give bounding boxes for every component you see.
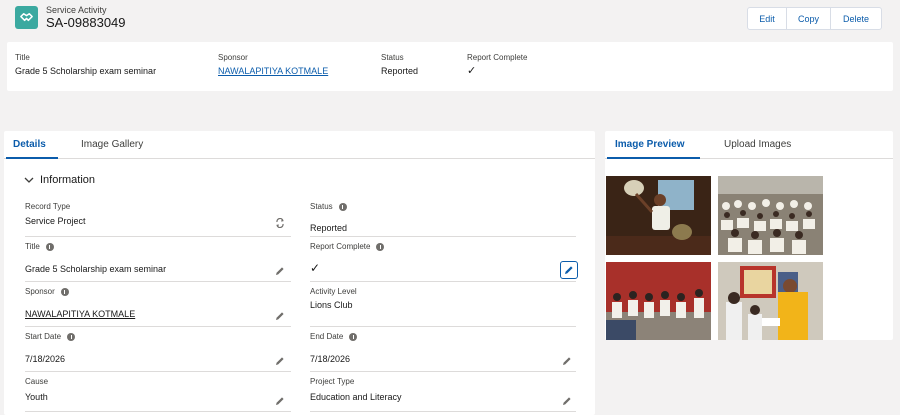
info-icon[interactable]: [67, 332, 76, 341]
field-sponsor: Sponsor NAWALAPITIYA KOTMALE: [25, 284, 291, 327]
title-label-text: Title: [25, 242, 40, 251]
highlight-sponsor-link[interactable]: NAWALAPITIYA KOTMALE: [218, 66, 328, 76]
start-date-label: Start Date: [25, 332, 76, 341]
image-tabs: Image Preview Upload Images: [605, 131, 893, 159]
highlight-report-label: Report Complete: [467, 53, 528, 62]
highlight-status-label: Status: [381, 53, 404, 62]
checkmark-icon: ✓: [310, 261, 321, 275]
pencil-icon[interactable]: [275, 266, 285, 276]
report-complete-label-text: Report Complete: [310, 242, 371, 251]
info-icon[interactable]: [349, 332, 358, 341]
status-label: Status: [310, 202, 347, 211]
object-type-label: Service Activity: [46, 5, 107, 15]
details-panel: Details Image Gallery Information Record…: [4, 131, 595, 415]
field-cause: Cause Youth: [25, 374, 291, 412]
pencil-icon[interactable]: [562, 396, 572, 406]
info-icon[interactable]: [376, 242, 385, 251]
preview-image[interactable]: [718, 176, 823, 255]
record-header: Service Activity SA-09883049 Edit Copy D…: [0, 0, 900, 92]
pencil-icon[interactable]: [275, 311, 285, 321]
tab-image-gallery[interactable]: Image Gallery: [81, 139, 143, 150]
preview-image[interactable]: [606, 176, 711, 255]
record-type-value: Service Project: [25, 216, 86, 226]
highlight-title: Title Grade 5 Scholarship exam seminar: [15, 53, 156, 76]
chevron-down-icon: [24, 177, 34, 183]
preview-image[interactable]: [606, 262, 711, 340]
detail-tabs: Details Image Gallery: [4, 131, 595, 159]
sponsor-label: Sponsor: [25, 287, 69, 296]
handshake-icon: [15, 6, 38, 29]
field-title: Title Grade 5 Scholarship exam seminar: [25, 239, 291, 282]
section-information-toggle[interactable]: Information: [24, 174, 95, 186]
sponsor-link[interactable]: NAWALAPITIYA KOTMALE: [25, 309, 135, 319]
pencil-icon[interactable]: [562, 356, 572, 366]
tab-upload-images[interactable]: Upload Images: [724, 139, 791, 150]
edit-report-complete-button[interactable]: [560, 261, 578, 279]
image-panel: Image Preview Upload Images: [605, 131, 893, 340]
end-date-label: End Date: [310, 332, 358, 341]
start-date-value: 7/18/2026: [25, 354, 66, 364]
tab-details[interactable]: Details: [13, 139, 46, 150]
field-end-date: End Date 7/18/2026: [310, 329, 576, 372]
activity-level-value: Lions Club: [310, 300, 353, 310]
active-tab-indicator: [607, 157, 700, 159]
highlight-status-value: Reported: [381, 66, 419, 76]
preview-image[interactable]: [718, 262, 823, 340]
highlight-report: Report Complete ✓: [467, 53, 527, 77]
status-value: Reported: [310, 223, 348, 233]
cause-value: Youth: [25, 392, 48, 402]
copy-button[interactable]: Copy: [787, 8, 831, 29]
field-report-complete: Report Complete ✓: [310, 239, 578, 282]
end-date-label-text: End Date: [310, 332, 344, 341]
highlight-sponsor-label: Sponsor: [218, 53, 248, 62]
title-label: Title: [25, 242, 54, 251]
active-tab-indicator: [6, 157, 58, 159]
edit-button[interactable]: Edit: [748, 8, 787, 29]
delete-button[interactable]: Delete: [831, 8, 881, 29]
highlight-title-value: Grade 5 Scholarship exam seminar: [15, 66, 157, 76]
pencil-icon[interactable]: [275, 396, 285, 406]
record-name: SA-09883049: [46, 15, 126, 30]
project-type-value: Education and Literacy: [310, 392, 402, 402]
action-button-group: Edit Copy Delete: [747, 7, 882, 30]
end-date-value: 7/18/2026: [310, 354, 351, 364]
change-record-type-icon[interactable]: [275, 218, 285, 228]
field-activity-level: Activity Level Lions Club: [310, 284, 576, 327]
field-start-date: Start Date 7/18/2026: [25, 329, 291, 372]
info-icon[interactable]: [60, 287, 69, 296]
sponsor-label-text: Sponsor: [25, 287, 55, 296]
info-icon[interactable]: [338, 202, 347, 211]
field-project-type: Project Type Education and Literacy: [310, 374, 576, 412]
info-icon[interactable]: [45, 242, 54, 251]
activity-level-label: Activity Level: [310, 287, 357, 296]
pencil-icon: [565, 266, 573, 274]
title-value: Grade 5 Scholarship exam seminar: [25, 264, 167, 274]
status-label-text: Status: [310, 202, 333, 211]
report-complete-label: Report Complete: [310, 242, 385, 251]
highlight-status: Status Reported: [381, 53, 418, 76]
field-status: Status Reported: [310, 200, 576, 237]
highlight-title-label: Title: [15, 53, 30, 62]
cause-label: Cause: [25, 377, 49, 386]
record-type-label: Record Type: [25, 202, 71, 211]
checkmark-icon: ✓: [467, 65, 477, 77]
pencil-icon[interactable]: [275, 356, 285, 366]
tab-image-preview[interactable]: Image Preview: [615, 139, 684, 150]
field-record-type: Record Type Service Project: [25, 200, 291, 237]
start-date-label-text: Start Date: [25, 332, 62, 341]
project-type-label: Project Type: [310, 377, 355, 386]
highlight-sponsor: Sponsor NAWALAPITIYA KOTMALE: [218, 53, 328, 76]
section-title: Information: [40, 174, 96, 186]
